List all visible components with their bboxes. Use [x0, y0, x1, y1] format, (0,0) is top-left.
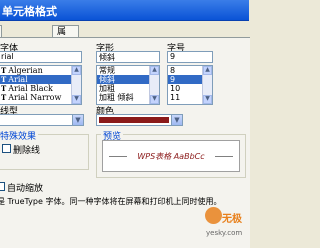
font-name-option-label: Arial Black — [8, 84, 53, 93]
truetype-icon: T — [1, 84, 7, 93]
scroll-down-arrow-icon[interactable]: ▼ — [72, 95, 81, 104]
scroll-down-arrow-icon[interactable]: ▼ — [150, 95, 159, 104]
scroll-up-arrow-icon[interactable]: ▲ — [72, 66, 81, 75]
font-name-list[interactable]: T Algerian T Arial T Arial Black T Arial Nar… — [0, 65, 82, 105]
strikethrough-checkbox[interactable] — [2, 144, 11, 153]
color-swatch — [99, 117, 169, 123]
truetype-icon: T — [1, 66, 7, 75]
font-size-input[interactable]: 9 — [167, 51, 213, 63]
scroll-down-arrow-icon[interactable]: ▼ — [203, 95, 212, 104]
font-name-option[interactable]: T Arial Black — [0, 84, 81, 93]
font-style-list[interactable]: 常规 倾斜 加粗 加粗 倾斜 ▲ ▼ — [96, 65, 160, 105]
truetype-info-text: 是 TrueType 字体。同一种字体将在屏幕和打印机上同时使用。 — [0, 197, 222, 206]
chevron-down-icon[interactable]: ▼ — [72, 115, 83, 125]
preview-sample-text: WPS表格 AaBbCc — [137, 152, 205, 161]
truetype-icon: T — [1, 75, 7, 84]
effects-title: 特殊效果 — [0, 129, 39, 142]
font-name-value: rial — [1, 52, 14, 61]
truetype-icon: T — [1, 93, 7, 102]
font-style-input[interactable]: 倾斜 — [96, 51, 160, 63]
auto-scale-label: 自动缩放 — [7, 184, 44, 194]
underline-select[interactable]: ▼ — [0, 114, 84, 126]
font-size-value: 9 — [170, 52, 176, 61]
color-select[interactable]: ▼ — [96, 114, 183, 126]
font-size-scrollbar[interactable]: ▲ ▼ — [202, 66, 212, 104]
font-size-list[interactable]: 8 9 10 11 ▲ ▼ — [167, 65, 213, 105]
title-bar: 单元格格式 — [0, 0, 249, 21]
watermark-logo: 无极 yesky.com — [204, 205, 246, 241]
font-name-scrollbar[interactable]: ▲ ▼ — [71, 66, 81, 104]
font-name-option-label: Arial — [8, 75, 28, 84]
font-name-option[interactable]: T Arial Narrow — [0, 93, 81, 102]
watermark-logo-circle — [205, 207, 222, 224]
font-style-value: 倾斜 — [99, 53, 115, 62]
font-name-option[interactable]: T Algerian — [0, 66, 81, 75]
font-name-option-label: Algerian — [8, 66, 43, 75]
font-name-input[interactable]: rial — [0, 51, 82, 63]
tab-bar: 字体 属性 — [0, 22, 249, 61]
watermark-text-line2: yesky.com — [206, 229, 243, 237]
scroll-up-arrow-icon[interactable]: ▲ — [150, 66, 159, 75]
preview-box: WPS表格 AaBbCc — [102, 140, 240, 172]
font-style-scrollbar[interactable]: ▲ ▼ — [149, 66, 159, 104]
font-name-option-label: Arial Narrow — [8, 93, 62, 102]
window-title: 单元格格式 — [2, 5, 57, 18]
font-name-option[interactable]: T Arial — [0, 75, 81, 84]
auto-scale-checkbox[interactable] — [0, 182, 5, 191]
chevron-down-icon[interactable]: ▼ — [171, 115, 182, 125]
strikethrough-label: 删除线 — [13, 146, 41, 156]
scroll-up-arrow-icon[interactable]: ▲ — [203, 66, 212, 75]
watermark-text-line1: 无极 — [222, 214, 242, 225]
